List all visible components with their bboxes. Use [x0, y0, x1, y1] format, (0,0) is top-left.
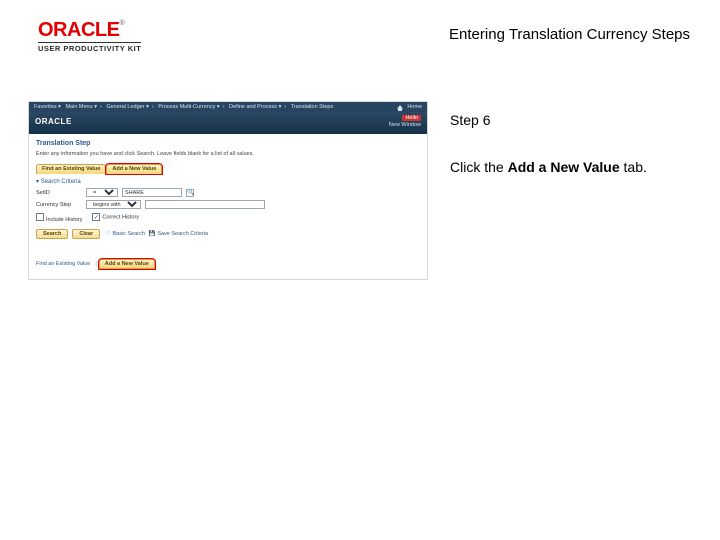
action-row: Search Clear 📄 Basic Search 💾 Save Searc… — [36, 229, 420, 239]
clear-button[interactable]: Clear — [72, 229, 100, 239]
breadcrumb-right: Home — [397, 104, 422, 110]
breadcrumb-left: Favorites ▾ Main Menu ▾› General Ledger … — [34, 104, 336, 110]
new-window-link[interactable]: New Window — [389, 122, 421, 128]
setid-operator[interactable]: = — [86, 188, 118, 197]
page-header: ORACLE® USER PRODUCTIVITY KIT Entering T… — [0, 0, 720, 61]
breadcrumb-item[interactable]: Main Menu ▾ — [65, 104, 97, 110]
step-label: Currency Step — [36, 202, 82, 208]
home-link[interactable]: Home — [407, 104, 422, 110]
oracle-logo: ORACLE® — [38, 20, 141, 40]
breadcrumb-item[interactable]: Define and Process ▾ — [229, 104, 281, 110]
add-new-value-tab-bottom[interactable]: Add a New Value — [99, 259, 155, 269]
brand-bar: ORACLE Hello New Window — [29, 112, 427, 134]
page-root: ORACLE® USER PRODUCTIVITY KIT Entering T… — [0, 0, 720, 540]
page-heading-inner: Translation Step — [36, 140, 420, 147]
tab-find-existing[interactable]: Find an Existing Value — [36, 164, 106, 175]
instruction-bold: Add a New Value — [508, 159, 620, 175]
checkbox-row: Include History ✓Correct History — [36, 213, 420, 223]
include-history-check[interactable]: Include History — [36, 213, 82, 223]
trademark-icon: ® — [119, 20, 124, 27]
instruction-line: Click the Add a New Value tab. — [450, 156, 647, 179]
lookup-icon[interactable]: 🔍 — [186, 189, 194, 197]
tab-add-new-value[interactable]: Add a New Value — [106, 164, 162, 175]
screenshot-body: Translation Step Enter any information y… — [29, 134, 427, 280]
app-screenshot: Favorites ▾ Main Menu ▾› General Ledger … — [28, 101, 428, 281]
instructions-column: Step 6 Click the Add a New Value tab. — [450, 101, 647, 179]
brand-right: Hello New Window — [389, 115, 421, 129]
breadcrumb-item[interactable]: Favorites ▾ — [34, 104, 61, 110]
oracle-logo-text: ORACLE — [38, 19, 119, 41]
instruction-text-a: Click the — [450, 159, 508, 175]
brand-logo-text: ORACLE — [35, 117, 72, 126]
checkbox-icon: ✓ — [92, 213, 100, 221]
correct-history-check[interactable]: ✓Correct History — [92, 213, 139, 223]
setid-label: SetID — [36, 190, 82, 196]
checkbox-icon — [36, 213, 44, 221]
breadcrumb-item[interactable]: Process Multi-Currency ▾ — [158, 104, 219, 110]
breadcrumb: Favorites ▾ Main Menu ▾› General Ledger … — [29, 102, 427, 112]
basic-search-link[interactable]: 📄 Basic Search — [104, 231, 145, 237]
logo-area: ORACLE® USER PRODUCTIVITY KIT — [38, 20, 141, 53]
search-button[interactable]: Search — [36, 229, 68, 239]
page-title: Entering Translation Currency Steps — [449, 26, 690, 43]
step-operator[interactable]: begins with — [86, 200, 141, 209]
instruction-text-c: tab. — [620, 159, 647, 175]
step-input[interactable] — [145, 200, 265, 209]
setid-input[interactable] — [122, 188, 182, 197]
content-row: Favorites ▾ Main Menu ▾› General Ledger … — [0, 61, 720, 281]
field-row-step: Currency Step begins with — [36, 200, 420, 209]
separator: | — [95, 261, 96, 267]
upk-subtitle: USER PRODUCTIVITY KIT — [38, 42, 141, 53]
breadcrumb-item[interactable]: General Ledger ▾ — [106, 104, 149, 110]
home-icon[interactable] — [397, 105, 403, 109]
search-criteria-heading: Search Criteria — [36, 178, 420, 185]
bottom-tabs: Find an Existing Value | Add a New Value — [36, 259, 420, 269]
page-description: Enter any information you have and click… — [36, 151, 420, 157]
field-row-setid: SetID = 🔍 — [36, 188, 420, 197]
top-tabs: Find an Existing Value Add a New Value — [36, 164, 420, 175]
save-search-link[interactable]: 💾 Save Search Criteria — [149, 231, 208, 237]
find-existing-link[interactable]: Find an Existing Value — [36, 261, 90, 267]
hello-badge: Hello — [402, 115, 421, 122]
step-label: Step 6 — [450, 109, 647, 132]
breadcrumb-item[interactable]: Translation Steps — [291, 104, 334, 110]
